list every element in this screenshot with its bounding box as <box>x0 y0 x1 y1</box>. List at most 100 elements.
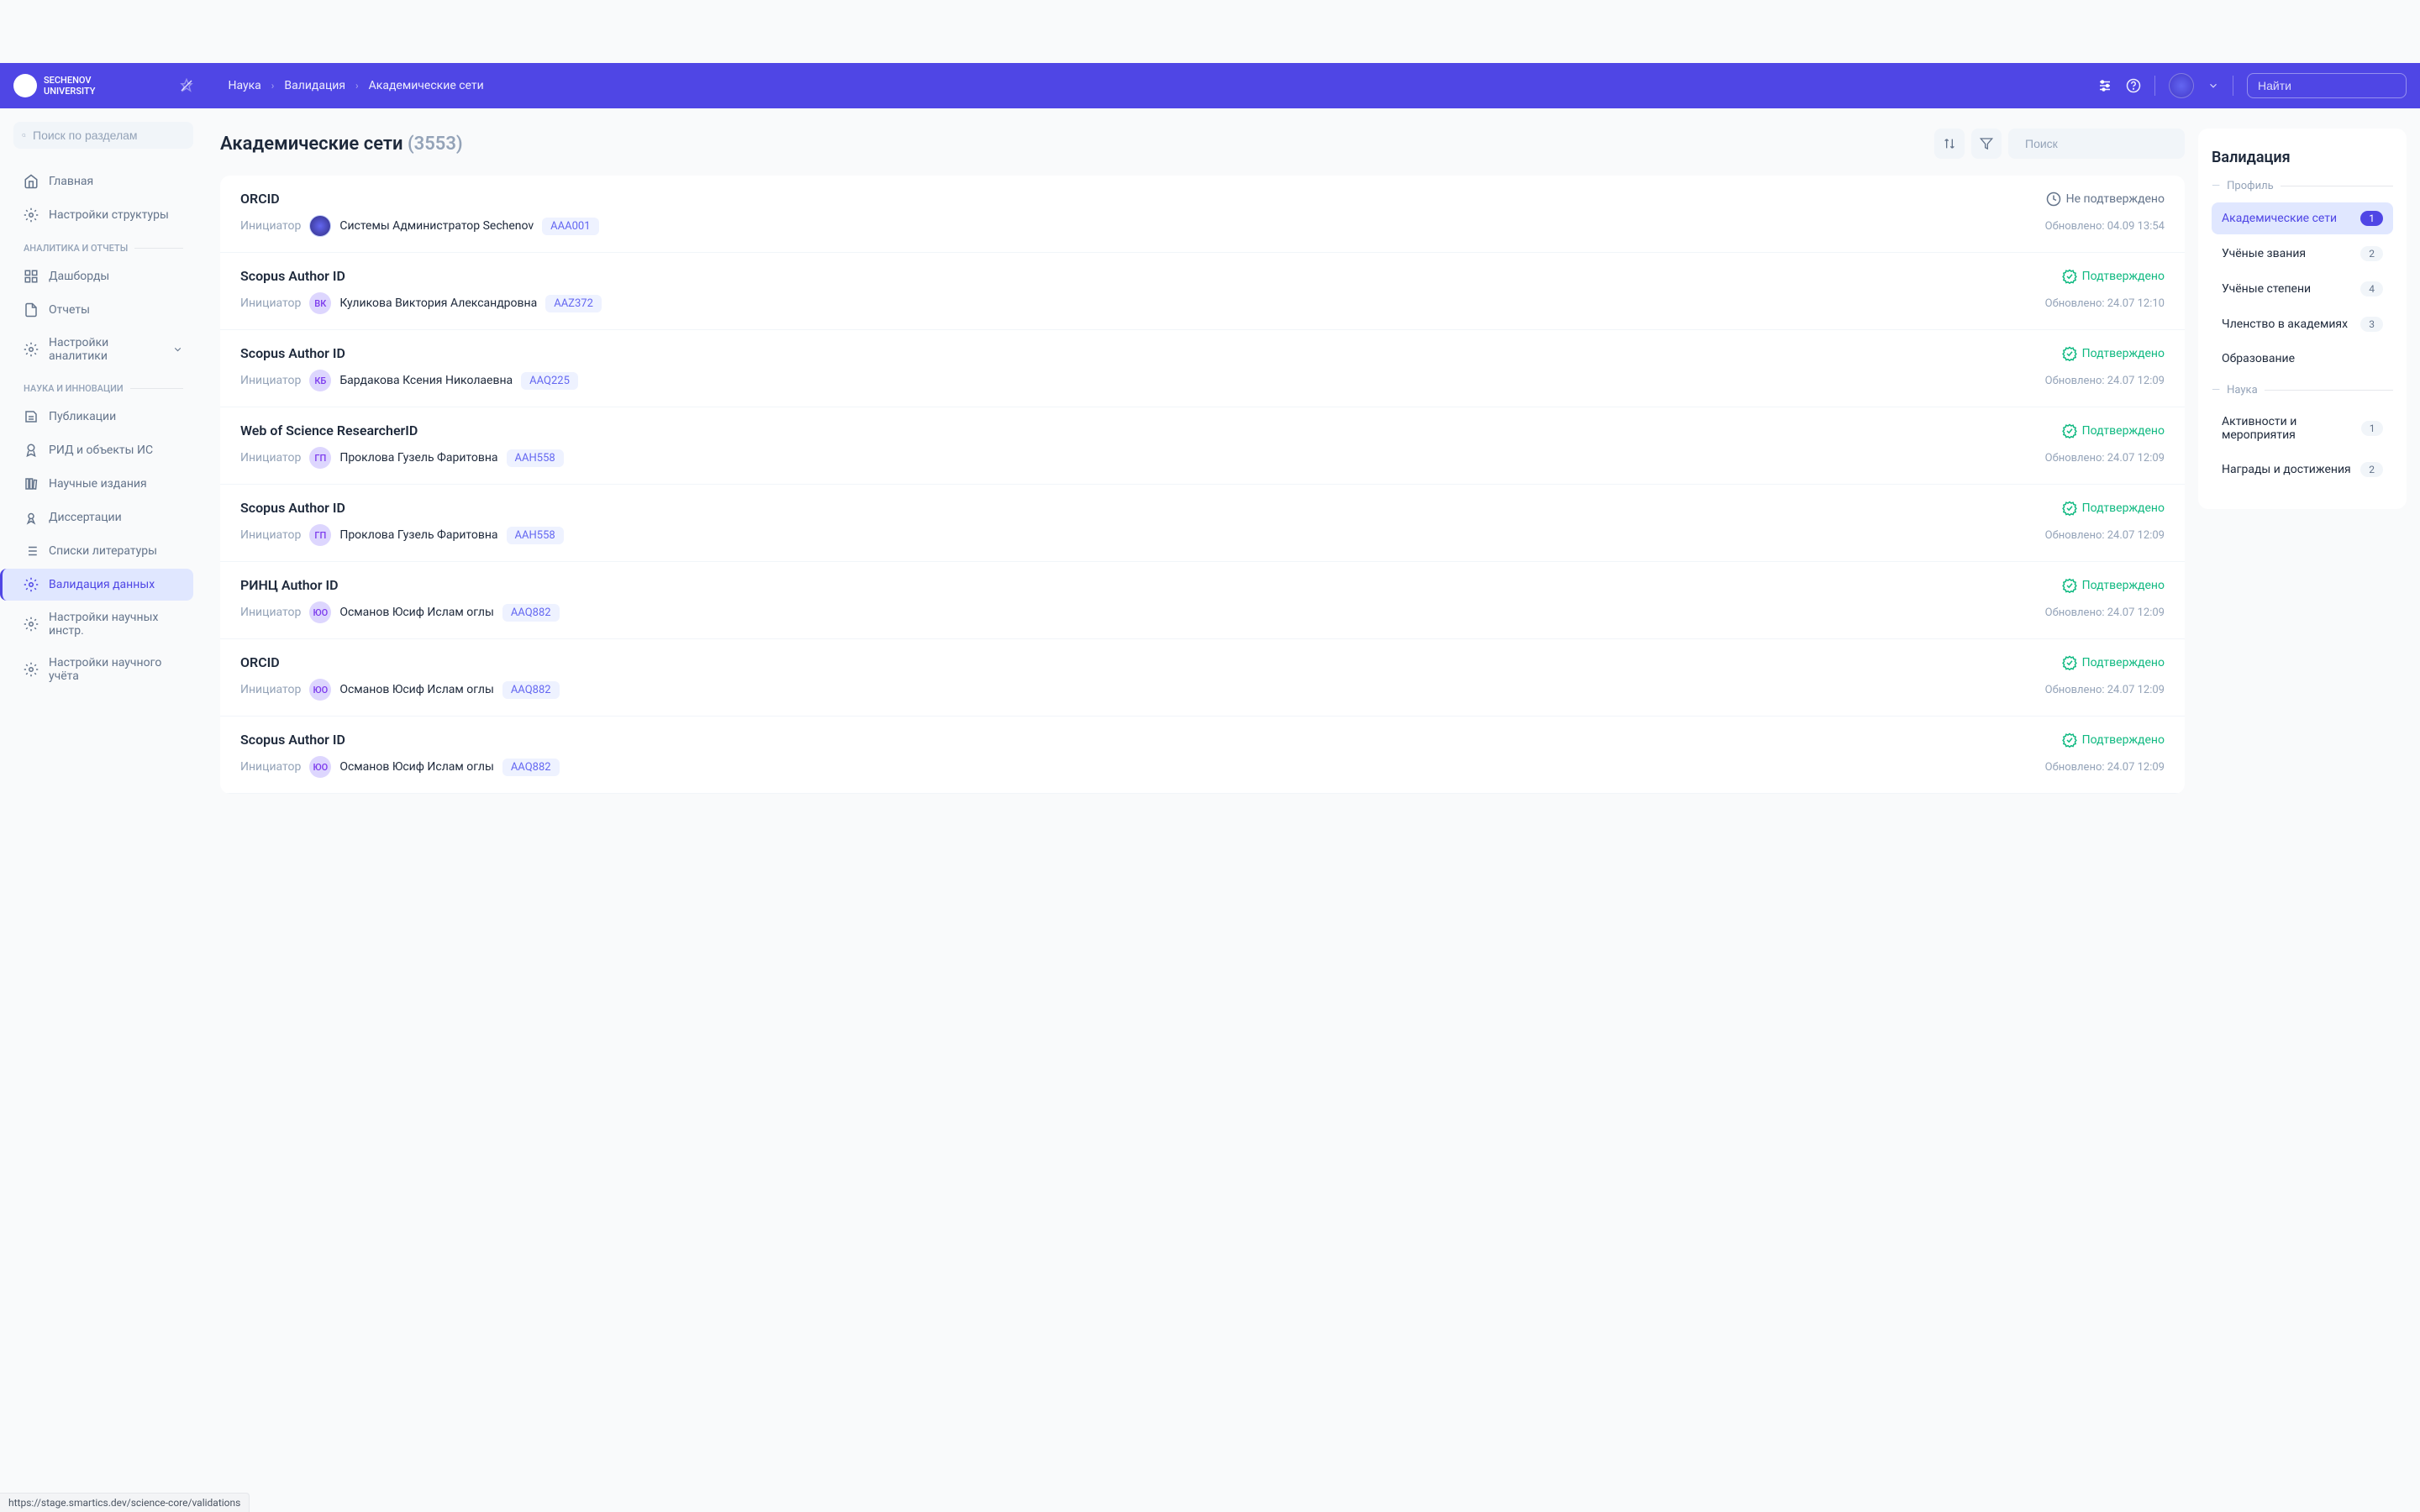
validation-card[interactable]: ORCID Не подтверждено Инициатор Системы … <box>220 176 2185 253</box>
nav-item[interactable]: Публикации <box>13 401 193 433</box>
nav-item[interactable]: Настройки научных инстр. <box>13 602 193 646</box>
validation-card[interactable]: Scopus Author ID Подтверждено Инициатор … <box>220 485 2185 562</box>
search-input[interactable] <box>2258 79 2410 92</box>
gear-icon <box>24 577 39 592</box>
right-item[interactable]: Членство в академиях3 <box>2212 308 2393 340</box>
status-badge: Подтверждено <box>2062 655 2165 670</box>
filter-button[interactable] <box>1971 129 2002 159</box>
verified-icon <box>2062 423 2077 438</box>
nav-item[interactable]: Главная <box>13 165 193 197</box>
initiator-name: Системы Администратор Sechenov <box>339 219 534 233</box>
validation-card[interactable]: Scopus Author ID Подтверждено Инициатор … <box>220 717 2185 794</box>
validation-card[interactable]: ORCID Подтверждено Инициатор ЮО Османов … <box>220 639 2185 717</box>
card-bottom: Инициатор ЮО Османов Юсиф Ислам оглы AAQ… <box>240 756 2165 778</box>
breadcrumb-item[interactable]: Академические сети <box>369 79 484 92</box>
updated-at: Обновлено: 04.09 13:54 <box>2045 220 2165 233</box>
sidebar: ГлавнаяНастройки структуры АНАЛИТИКА И О… <box>0 108 207 1512</box>
validation-card[interactable]: Scopus Author ID Подтверждено Инициатор … <box>220 330 2185 407</box>
right-section: — Наука <box>2212 384 2393 396</box>
code-badge[interactable]: AAQ882 <box>502 604 560 622</box>
chevron-down-icon <box>172 344 183 355</box>
right-item[interactable]: Образование <box>2212 344 2393 374</box>
nav-section-label: НАУКА И ИННОВАЦИИ <box>24 383 124 394</box>
logo-icon <box>13 74 37 97</box>
right-item[interactable]: Учёные степени4 <box>2212 273 2393 305</box>
avatar[interactable] <box>2169 73 2194 98</box>
validation-card[interactable]: Scopus Author ID Подтверждено Инициатор … <box>220 253 2185 330</box>
code-badge[interactable]: AAA001 <box>542 218 598 235</box>
chevron-right-icon: › <box>355 80 359 92</box>
content-search-input[interactable] <box>2025 137 2177 150</box>
card-title: ORCID <box>240 191 280 207</box>
code-badge[interactable]: AAH558 <box>507 527 564 544</box>
status-badge: Не подтверждено <box>2046 192 2165 207</box>
sidebar-search[interactable] <box>13 122 193 149</box>
initiator-name: Бардакова Ксения Николаевна <box>339 374 513 387</box>
code-badge[interactable]: AAQ225 <box>521 372 578 390</box>
page-count: (3553) <box>408 134 463 155</box>
card-top: Scopus Author ID Подтверждено <box>240 268 2165 284</box>
nav-item[interactable]: Настройки структуры <box>13 199 193 231</box>
search-box[interactable] <box>2247 73 2407 98</box>
right-badge: 3 <box>2360 317 2383 332</box>
nav-item[interactable]: Отчеты <box>13 294 193 326</box>
right-item[interactable]: Учёные звания2 <box>2212 238 2393 270</box>
clock-icon <box>2046 192 2061 207</box>
page-title: Академические сети (3553) <box>220 134 463 155</box>
initiator-name: Османов Юсиф Ислам оглы <box>339 606 493 619</box>
head-actions <box>1934 129 2185 159</box>
filter-icon <box>1980 137 1993 150</box>
card-top: Web of Science ResearcherID Подтверждено <box>240 423 2165 438</box>
right-item-label: Учёные звания <box>2222 247 2306 260</box>
chevron-down-icon[interactable] <box>2207 80 2219 92</box>
sidebar-search-input[interactable] <box>33 129 185 142</box>
initiator-avatar: КБ <box>309 370 331 391</box>
nav-item[interactable]: Дашборды <box>13 260 193 292</box>
code-badge[interactable]: AAZ372 <box>545 295 602 312</box>
nav-item-label: Дашборды <box>49 270 109 283</box>
card-bottom: Инициатор Системы Администратор Sechenov… <box>240 215 2165 237</box>
initiator: Инициатор ВК Куликова Виктория Александр… <box>240 292 602 314</box>
help-icon[interactable] <box>2126 78 2141 93</box>
nav-item[interactable]: Научные издания <box>13 468 193 500</box>
code-badge[interactable]: AAQ882 <box>502 759 560 776</box>
card-bottom: Инициатор ГП Проклова Гузель Фаритовна A… <box>240 524 2165 546</box>
initiator-avatar: ГП <box>309 524 331 546</box>
logo[interactable]: SECHENOV UNIVERSITY <box>13 74 95 97</box>
content-search[interactable] <box>2008 129 2185 159</box>
right-badge: 2 <box>2360 462 2383 477</box>
right-section-label: Профиль <box>2227 180 2274 192</box>
breadcrumb-item[interactable]: Наука <box>228 79 260 92</box>
initiator-name: Османов Юсиф Ислам оглы <box>339 760 493 774</box>
initiator-label: Инициатор <box>240 528 301 542</box>
nav-item[interactable]: Валидация данных <box>0 569 193 601</box>
nav-item[interactable]: Настройки аналитики <box>13 328 193 371</box>
status-badge: Подтверждено <box>2062 501 2165 516</box>
right-item[interactable]: Награды и достижения2 <box>2212 454 2393 486</box>
right-item[interactable]: Активности и мероприятия1 <box>2212 407 2393 450</box>
code-badge[interactable]: AAQ882 <box>502 681 560 699</box>
nav-item[interactable]: РИД и объекты ИС <box>13 434 193 466</box>
nav-item[interactable]: Диссертации <box>13 501 193 533</box>
card-title: РИНЦ Author ID <box>240 577 339 593</box>
updated-at: Обновлено: 24.07 12:09 <box>2045 529 2165 542</box>
card-top: ORCID Подтверждено <box>240 654 2165 670</box>
pin-icon[interactable] <box>179 78 194 93</box>
card-title: Scopus Author ID <box>240 732 345 748</box>
breadcrumb-item[interactable]: Валидация <box>284 79 345 92</box>
initiator-name: Куликова Виктория Александровна <box>339 297 537 310</box>
settings-icon[interactable] <box>2097 78 2112 93</box>
logo-text: SECHENOV UNIVERSITY <box>44 75 95 97</box>
initiator-label: Инициатор <box>240 451 301 465</box>
page-head: Академические сети (3553) <box>220 129 2185 159</box>
right-item[interactable]: Академические сети1 <box>2212 202 2393 234</box>
validation-card[interactable]: РИНЦ Author ID Подтверждено Инициатор ЮО… <box>220 562 2185 639</box>
code-badge[interactable]: AAH558 <box>507 449 564 467</box>
initiator: Инициатор ЮО Османов Юсиф Ислам оглы AAQ… <box>240 679 560 701</box>
nav-item[interactable]: Списки литературы <box>13 535 193 567</box>
nav-item[interactable]: Настройки научного учёта <box>13 648 193 691</box>
card-top: Scopus Author ID Подтверждено <box>240 732 2165 748</box>
validation-card[interactable]: Web of Science ResearcherID Подтверждено… <box>220 407 2185 485</box>
sort-button[interactable] <box>1934 129 1965 159</box>
initiator: Инициатор Системы Администратор Sechenov… <box>240 215 599 237</box>
